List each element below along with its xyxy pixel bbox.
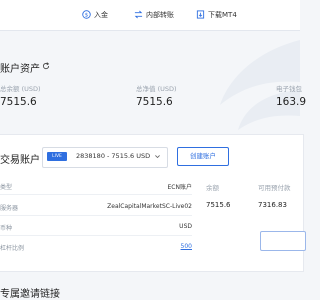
available-margin-value: 7316.83	[258, 201, 287, 209]
currency-label: 币种	[0, 225, 13, 232]
transfer-icon	[134, 10, 143, 19]
account-balance-label: 余额	[206, 184, 219, 192]
leverage-value[interactable]: 500	[181, 243, 192, 250]
row-divider	[0, 235, 192, 236]
internal-transfer-button[interactable]: 内部转账	[134, 8, 184, 22]
live-badge: LIVE	[47, 152, 67, 161]
leverage-label: 杠杆比例	[0, 245, 25, 252]
trading-account-title: 交易账户	[0, 155, 40, 166]
row-divider	[0, 194, 192, 195]
wallet-icon: $	[82, 10, 91, 19]
invite-link-title: 专属邀请链接	[0, 289, 60, 300]
top-bar: $ 入金 内部转账 下载MT4	[0, 0, 300, 31]
deposit-button[interactable]: $ 入金	[82, 8, 122, 22]
chevron-down-icon	[155, 155, 160, 159]
account-details: 类型 ECN账户 服务器 ZealCapitalMarketSC-Live02 …	[0, 178, 300, 258]
total-balance-value: 7515.6	[0, 96, 37, 108]
available-margin-label: 可用预付款	[258, 184, 291, 192]
account-action-button[interactable]	[260, 231, 306, 251]
row-divider	[0, 215, 192, 216]
refresh-icon[interactable]	[42, 62, 50, 70]
server-value: ZealCapitalMarketSC-Live02	[107, 203, 192, 210]
currency-value: USD	[179, 223, 192, 230]
internal-transfer-label: 内部转账	[146, 11, 174, 19]
e-wallet-value: 163.9	[276, 96, 307, 108]
download-mt4-label: 下载MT4	[208, 11, 237, 19]
svg-text:$: $	[85, 12, 88, 18]
account-balance-value: 7515.6	[206, 201, 231, 209]
account-select-value: 2838180 - 7515.6 USD	[76, 152, 151, 160]
account-assets-title: 账户资产	[0, 64, 40, 75]
total-balance-label: 总余额 (USD)	[0, 85, 41, 93]
download-icon	[196, 10, 205, 19]
total-equity-label: 总净值 (USD)	[136, 85, 177, 93]
e-wallet-label: 电子钱包	[276, 85, 302, 93]
deposit-label: 入金	[94, 11, 108, 19]
server-label: 服务器	[0, 205, 19, 212]
total-equity-value: 7515.6	[136, 96, 173, 108]
create-account-button[interactable]: 创建账户	[177, 147, 229, 166]
account-type-label: 类型	[0, 184, 13, 191]
account-type-value: ECN账户	[167, 184, 192, 191]
download-mt4-button[interactable]: 下载MT4	[196, 8, 246, 22]
